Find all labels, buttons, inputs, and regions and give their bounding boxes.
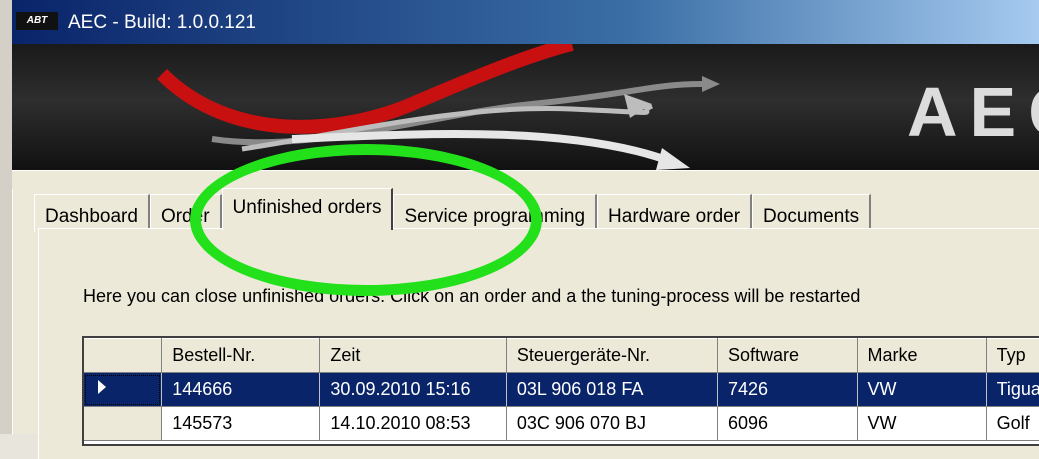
column-header-bestell-nr[interactable]: Bestell-Nr. [161, 338, 321, 373]
cell-typ[interactable]: Golf [986, 406, 1039, 441]
tab-dashboard[interactable]: Dashboard [34, 194, 150, 232]
title-bar[interactable]: ABT AEC - Build: 1.0.0.121 [12, 0, 1039, 44]
cell-software[interactable]: 6096 [717, 406, 858, 441]
window-title: AEC - Build: 1.0.0.121 [68, 12, 256, 33]
tab-unfinished-orders[interactable]: Unfinished orders [221, 188, 394, 230]
cell-bestell-nr[interactable]: 144666 [161, 372, 321, 407]
row-header-corner [84, 338, 163, 373]
current-row-arrow-icon [98, 379, 106, 394]
column-header-typ[interactable]: Typ [986, 338, 1039, 373]
tab-order[interactable]: Order [149, 194, 222, 232]
info-text: Here you can close unfinished orders. Cl… [83, 286, 861, 306]
row-selector[interactable] [84, 406, 163, 441]
row-focus-box [85, 374, 161, 405]
brand-wordmark: AEC [907, 73, 1039, 151]
cell-marke[interactable]: VW [857, 406, 987, 441]
cell-bestell-nr[interactable]: 145573 [161, 406, 321, 441]
tab-hardware-order[interactable]: Hardware order [597, 194, 753, 232]
app-logo-icon: ABT [16, 12, 58, 30]
tab-bar: Dashboard Order Unfinished orders Servic… [34, 188, 872, 232]
column-header-software[interactable]: Software [717, 338, 858, 373]
tab-documents[interactable]: Documents [752, 194, 872, 232]
cell-steuergeraete-nr[interactable]: 03L 906 018 FA [506, 372, 719, 407]
column-header-steuergeraete-nr[interactable]: Steuergeräte-Nr. [506, 338, 719, 373]
row-selector[interactable] [84, 372, 163, 407]
cell-software[interactable]: 7426 [717, 372, 858, 407]
cell-steuergeraete-nr[interactable]: 03C 906 070 BJ [506, 406, 719, 441]
column-header-marke[interactable]: Marke [857, 338, 987, 373]
orders-table: Bestell-Nr. Zeit Steuergeräte-Nr. Softwa… [84, 338, 1039, 441]
header-banner: AEC [12, 44, 1039, 170]
cell-marke[interactable]: VW [857, 372, 987, 407]
cell-zeit[interactable]: 14.10.2010 08:53 [319, 406, 507, 441]
banner-separator [12, 170, 1039, 189]
cell-zeit[interactable]: 30.09.2010 15:16 [319, 372, 507, 407]
column-header-zeit[interactable]: Zeit [319, 338, 507, 373]
tab-service-programming[interactable]: Service programming [393, 194, 598, 232]
table-row[interactable]: 145573 14.10.2010 08:53 03C 906 070 BJ 6… [84, 406, 1039, 441]
swoosh-graphic [157, 44, 720, 170]
orders-grid[interactable]: Bestell-Nr. Zeit Steuergeräte-Nr. Softwa… [82, 336, 1039, 446]
cell-typ[interactable]: Tiguan [986, 372, 1039, 407]
table-row[interactable]: 144666 30.09.2010 15:16 03L 906 018 FA 7… [84, 372, 1039, 407]
header-row: Bestell-Nr. Zeit Steuergeräte-Nr. Softwa… [84, 338, 1039, 373]
